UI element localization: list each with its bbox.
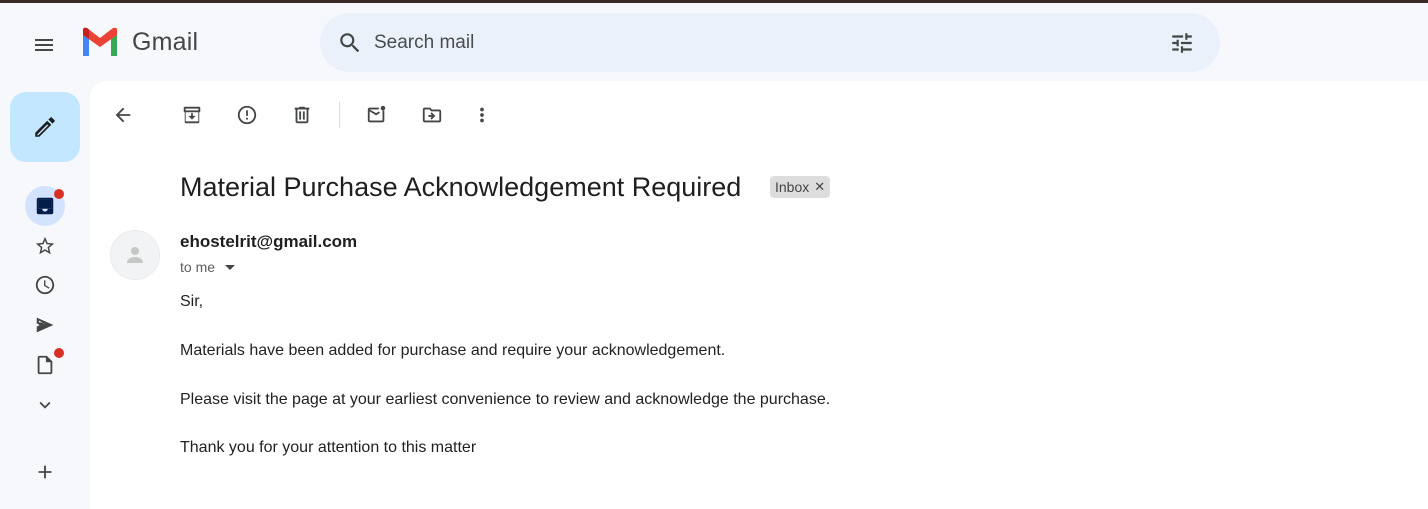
- rail-item-snoozed[interactable]: [25, 265, 65, 305]
- tune-icon: [1172, 32, 1192, 53]
- hamburger-icon: [35, 39, 53, 51]
- back-arrow-icon: [115, 107, 131, 123]
- compose-button[interactable]: [10, 92, 80, 162]
- inbox-icon: [36, 197, 54, 215]
- archive-icon: [183, 106, 201, 124]
- search-bar: [320, 13, 1220, 72]
- label-text: Inbox: [775, 179, 810, 195]
- gmail-m-icon: [83, 27, 117, 56]
- mark-unread-icon: [367, 105, 386, 123]
- more-vert-icon: [480, 107, 484, 123]
- plus-icon: [38, 465, 52, 479]
- rail-item-more[interactable]: [25, 385, 65, 425]
- delete-button[interactable]: [282, 95, 322, 135]
- search-options-button[interactable]: [1162, 23, 1202, 63]
- app-name: Gmail: [132, 27, 199, 56]
- report-spam-icon: [237, 105, 257, 125]
- star-icon: [35, 236, 55, 255]
- unread-dot: [54, 348, 64, 358]
- send-icon: [36, 317, 54, 333]
- pencil-icon: [35, 117, 55, 137]
- search-input[interactable]: [374, 31, 1162, 54]
- rail-item-sent[interactable]: [25, 305, 65, 345]
- main-menu-button[interactable]: [20, 21, 68, 69]
- search-icon: [340, 32, 360, 52]
- navigation-rail: [0, 81, 90, 509]
- sender-email[interactable]: ehostelrit@gmail.com: [180, 232, 357, 252]
- rail-item-inbox[interactable]: [25, 186, 65, 226]
- draft-icon: [37, 355, 53, 375]
- body-closing: Thank you for your attention to this mat…: [180, 439, 477, 456]
- email-subject: Material Purchase Acknowledgement Requir…: [180, 172, 742, 202]
- body-paragraph: Materials have been added for purchase a…: [180, 342, 726, 359]
- chevron-down-icon: [39, 401, 51, 409]
- clock-icon: [35, 275, 55, 295]
- rail-item-drafts[interactable]: [25, 345, 65, 385]
- top-bar: Gmail: [0, 3, 1428, 81]
- move-to-icon: [422, 107, 442, 123]
- report-spam-button[interactable]: [227, 95, 267, 135]
- rail-item-create-label[interactable]: [25, 452, 65, 492]
- body-greeting: Sir,: [180, 293, 204, 310]
- rail-item-starred[interactable]: [25, 226, 65, 266]
- back-button[interactable]: [103, 95, 143, 135]
- move-to-button[interactable]: [412, 95, 452, 135]
- recipient-details-toggle[interactable]: to me: [180, 259, 236, 275]
- gmail-logo[interactable]: Gmail: [80, 27, 198, 57]
- message-view: Material Purchase Acknowledgement Requir…: [90, 81, 1428, 509]
- recipient-text: to me: [180, 259, 216, 275]
- more-options-button[interactable]: [462, 95, 502, 135]
- inbox-label-chip[interactable]: Inbox ✕: [770, 176, 831, 198]
- mark-unread-button[interactable]: [357, 95, 397, 135]
- caret-down-icon: [225, 264, 236, 270]
- archive-button[interactable]: [172, 95, 212, 135]
- person-icon: [127, 247, 143, 263]
- search-button[interactable]: [330, 23, 370, 63]
- delete-icon: [294, 106, 310, 124]
- sender-avatar[interactable]: [110, 230, 160, 280]
- unread-dot: [54, 189, 64, 199]
- body-paragraph: Please visit the page at your earliest c…: [180, 391, 831, 408]
- toolbar-divider: [339, 102, 340, 128]
- remove-label-button[interactable]: ✕: [814, 179, 825, 195]
